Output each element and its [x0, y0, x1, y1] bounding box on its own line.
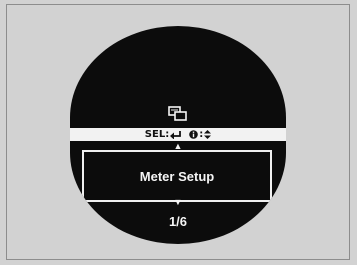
button-hint-bar: SEL: :: [70, 128, 286, 141]
menu-mode-icon: [168, 106, 187, 121]
menu-item-box[interactable]: Meter Setup: [82, 150, 272, 202]
info-hint-colon: :: [199, 129, 204, 140]
menu-item-label: Meter Setup: [139, 168, 215, 184]
info-hint: :: [189, 129, 212, 140]
page-counter: 1/6: [168, 214, 188, 229]
scroll-down-arrow[interactable]: ▼: [174, 198, 183, 207]
select-hint-label: SEL:: [144, 129, 170, 140]
camera-lcd-display: SEL: : ▲ Meter Setup ▼ 1/6: [70, 26, 286, 244]
updown-arrows-icon: [204, 130, 212, 139]
enter-icon: [170, 130, 182, 139]
info-icon: [189, 130, 199, 139]
select-hint: SEL:: [144, 129, 182, 140]
